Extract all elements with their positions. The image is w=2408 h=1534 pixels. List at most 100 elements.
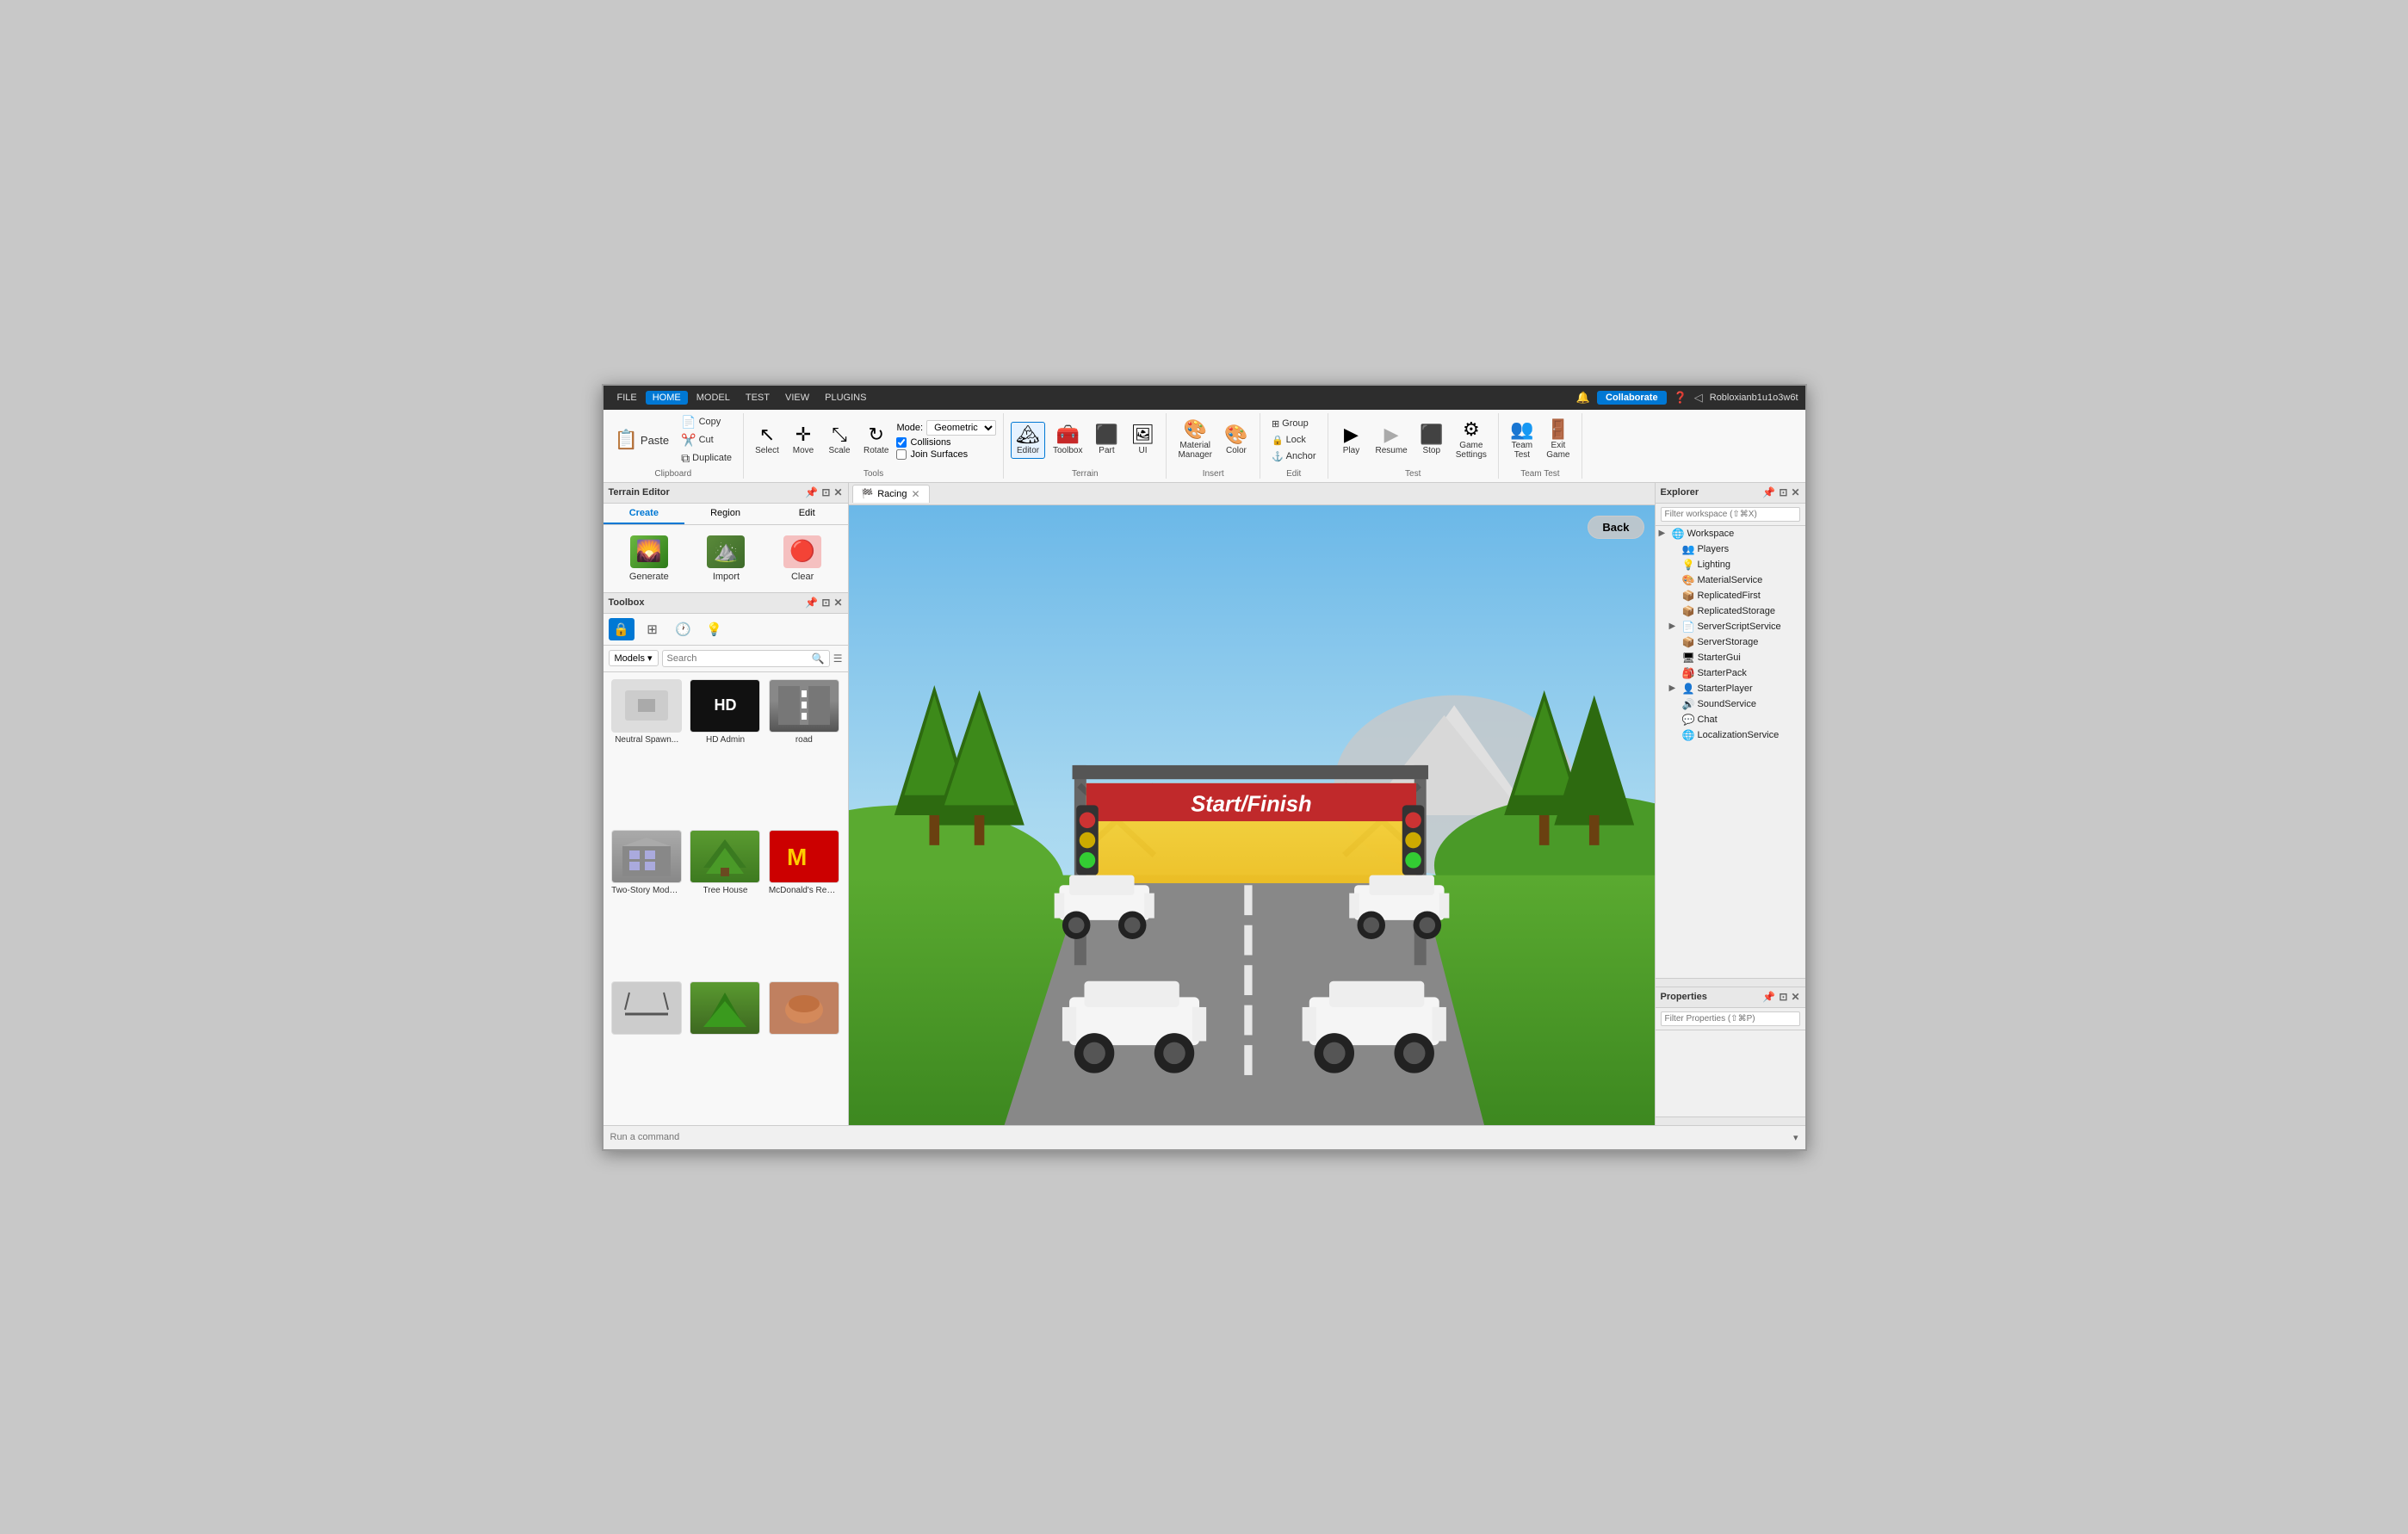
tree-item-material-service[interactable]: 🎨 MaterialService [1656, 572, 1805, 588]
mode-select[interactable]: Geometric [926, 420, 996, 436]
toolbox-item-mcdonalds[interactable]: M McDonald's Restaurant [767, 830, 840, 976]
tree-item-replicated-storage[interactable]: 📦 ReplicatedStorage [1656, 603, 1805, 619]
material-manager-button[interactable]: 🎨 Material Manager [1173, 418, 1216, 462]
explorer-filter-input[interactable] [1661, 507, 1800, 522]
select-button[interactable]: ↖ Select [751, 423, 783, 458]
tree-item-localization-service[interactable]: 🌐 LocalizationService [1656, 727, 1805, 743]
game-settings-button[interactable]: ⚙ Game Settings [1452, 418, 1491, 462]
color-button[interactable]: 🎨 Color [1220, 423, 1253, 458]
back-button[interactable]: Back [1588, 516, 1644, 539]
tree-item-chat[interactable]: 💬 Chat [1656, 712, 1805, 727]
toolbox-item-treehouse[interactable]: Tree House [689, 830, 762, 976]
share-icon[interactable]: ◁ [1694, 391, 1703, 405]
team-test-button[interactable]: 👥 Team Test [1506, 418, 1538, 462]
help-icon[interactable]: ❓ [1674, 391, 1687, 405]
import-label: Import [713, 572, 740, 582]
tree-item-starter-pack[interactable]: 🎒 StarterPack [1656, 665, 1805, 681]
tree-item-replicated-first[interactable]: 📦 ReplicatedFirst [1656, 588, 1805, 603]
toolbox-ribbon-button[interactable]: 🧰 Toolbox [1049, 423, 1086, 458]
join-surfaces-checkbox[interactable] [896, 449, 907, 460]
toolbox-item-extra1[interactable] [610, 981, 684, 1118]
play-button[interactable]: ▶ Play [1335, 423, 1368, 458]
ui-button[interactable]: 🖼 UI [1126, 423, 1159, 458]
menu-plugins[interactable]: PLUGINS [818, 391, 873, 405]
bell-icon[interactable]: 🔔 [1576, 391, 1590, 405]
toolbox-tab-light[interactable]: 💡 [702, 618, 727, 640]
viewport-tab-racing[interactable]: 🏁 Racing ✕ [852, 485, 930, 503]
toolbox-item-building[interactable]: Two-Story Modern... [610, 830, 684, 976]
move-button[interactable]: ✛ Move [787, 423, 820, 458]
tree-item-starter-gui[interactable]: 🖥 StarterGui [1656, 650, 1805, 665]
properties-header-icons: 📌 ⊡ ✕ [1762, 991, 1799, 1003]
tree-item-lighting[interactable]: 💡 Lighting [1656, 557, 1805, 572]
toolbox-settings-icon[interactable]: ☰ [833, 653, 843, 665]
toolbox-expand-icon[interactable]: ⊡ [821, 597, 830, 609]
toolbox-tab-lock[interactable]: 🔒 [609, 618, 634, 640]
properties-filter-input[interactable] [1661, 1011, 1800, 1026]
terrain-expand-icon[interactable]: ⊡ [821, 486, 830, 498]
terrain-pin-icon[interactable]: 📌 [805, 486, 818, 498]
terrain-tabs: Create Region Edit [604, 504, 848, 525]
paste-button[interactable]: 📋 Paste [610, 428, 674, 452]
properties-expand-icon[interactable]: ⊡ [1779, 991, 1787, 1003]
group-button[interactable]: ⊞ Group [1267, 417, 1321, 431]
editor-button[interactable]: 🏔 Editor [1011, 422, 1045, 459]
toolbox-category-dropdown[interactable]: Models ▾ [609, 650, 659, 666]
stop-button[interactable]: ⬛ Stop [1415, 423, 1448, 458]
collisions-checkbox[interactable] [896, 437, 907, 448]
copy-button[interactable]: 📄 Copy [677, 413, 736, 431]
properties-scrollbar-x[interactable] [1656, 1116, 1805, 1125]
toolbox-tab-grid[interactable]: ⊞ [640, 618, 665, 640]
viewport-content[interactable]: Start/Finish [849, 505, 1655, 1125]
properties-pin-icon[interactable]: 📌 [1762, 991, 1775, 1003]
terrain-tab-create[interactable]: Create [604, 504, 685, 524]
toolbox-tab-clock[interactable]: 🕐 [671, 618, 696, 640]
terrain-clear-tool[interactable]: 🔴 Clear [783, 535, 821, 582]
menu-model[interactable]: MODEL [690, 391, 737, 405]
scale-button[interactable]: ⤡ Scale [823, 423, 856, 458]
ribbon-clipboard-group: 📋 Paste 📄 Copy ✂️ Cut [604, 413, 745, 479]
toolbox-item-extra3[interactable] [767, 981, 840, 1118]
menu-file[interactable]: FILE [610, 391, 644, 405]
toolbox-pin-icon[interactable]: 📌 [805, 597, 818, 609]
resume-button[interactable]: ▶ Resume [1371, 423, 1412, 458]
menu-test[interactable]: TEST [739, 391, 777, 405]
properties-close-icon[interactable]: ✕ [1791, 991, 1799, 1003]
toolbox-item-road[interactable]: road [767, 679, 840, 826]
tree-item-starter-player[interactable]: ▶ 👤 StarterPlayer [1656, 681, 1805, 696]
cut-button[interactable]: ✂️ Cut [677, 431, 736, 449]
toolbox-item-spawn[interactable]: Neutral Spawn... [610, 679, 684, 826]
exit-game-button[interactable]: 🚪 Exit Game [1542, 418, 1575, 462]
part-button[interactable]: ⬛ Part [1090, 423, 1123, 458]
racing-tab-close[interactable]: ✕ [911, 488, 919, 500]
toolbox-close-icon[interactable]: ✕ [833, 597, 842, 609]
explorer-expand-icon[interactable]: ⊡ [1779, 486, 1787, 498]
terrain-close-icon[interactable]: ✕ [833, 486, 842, 498]
collaborate-button[interactable]: Collaborate [1597, 391, 1667, 405]
duplicate-button[interactable]: ⧉ Duplicate [677, 449, 736, 467]
bottom-bar-chevron-icon[interactable]: ▾ [1793, 1132, 1798, 1143]
anchor-button[interactable]: ⚓ Anchor [1267, 449, 1321, 464]
menu-home[interactable]: HOME [646, 391, 688, 405]
terrain-generate-tool[interactable]: 🌄 Generate [629, 535, 669, 582]
command-input[interactable] [610, 1132, 1793, 1142]
terrain-tab-edit[interactable]: Edit [766, 504, 848, 524]
app: FILE HOME MODEL TEST VIEW PLUGINS 🔔 Coll… [602, 384, 1807, 1151]
toolbox-search-input[interactable] [667, 653, 812, 664]
rotate-button[interactable]: ↻ Rotate [859, 423, 893, 458]
explorer-close-icon[interactable]: ✕ [1791, 486, 1799, 498]
terrain-import-tool[interactable]: ⛰️ Import [707, 535, 745, 582]
menu-view[interactable]: VIEW [778, 391, 816, 405]
tree-item-server-storage[interactable]: 📦 ServerStorage [1656, 634, 1805, 650]
explorer-scrollbar-x[interactable] [1656, 978, 1805, 987]
terrain-tab-region[interactable]: Region [684, 504, 766, 524]
ribbon-tools-content: ↖ Select ✛ Move ⤡ Scale ↻ Rotate [751, 413, 996, 467]
tree-item-sound-service[interactable]: 🔊 SoundService [1656, 696, 1805, 712]
toolbox-item-hd-admin[interactable]: HD HD Admin [689, 679, 762, 826]
tree-item-server-script-service[interactable]: ▶ 📄 ServerScriptService [1656, 619, 1805, 634]
toolbox-item-extra2[interactable] [689, 981, 762, 1118]
lock-button[interactable]: 🔒 Lock [1267, 433, 1321, 448]
tree-item-workspace[interactable]: ▶ 🌐 Workspace [1656, 526, 1805, 541]
explorer-pin-icon[interactable]: 📌 [1762, 486, 1775, 498]
tree-item-players[interactable]: 👥 Players [1656, 541, 1805, 557]
